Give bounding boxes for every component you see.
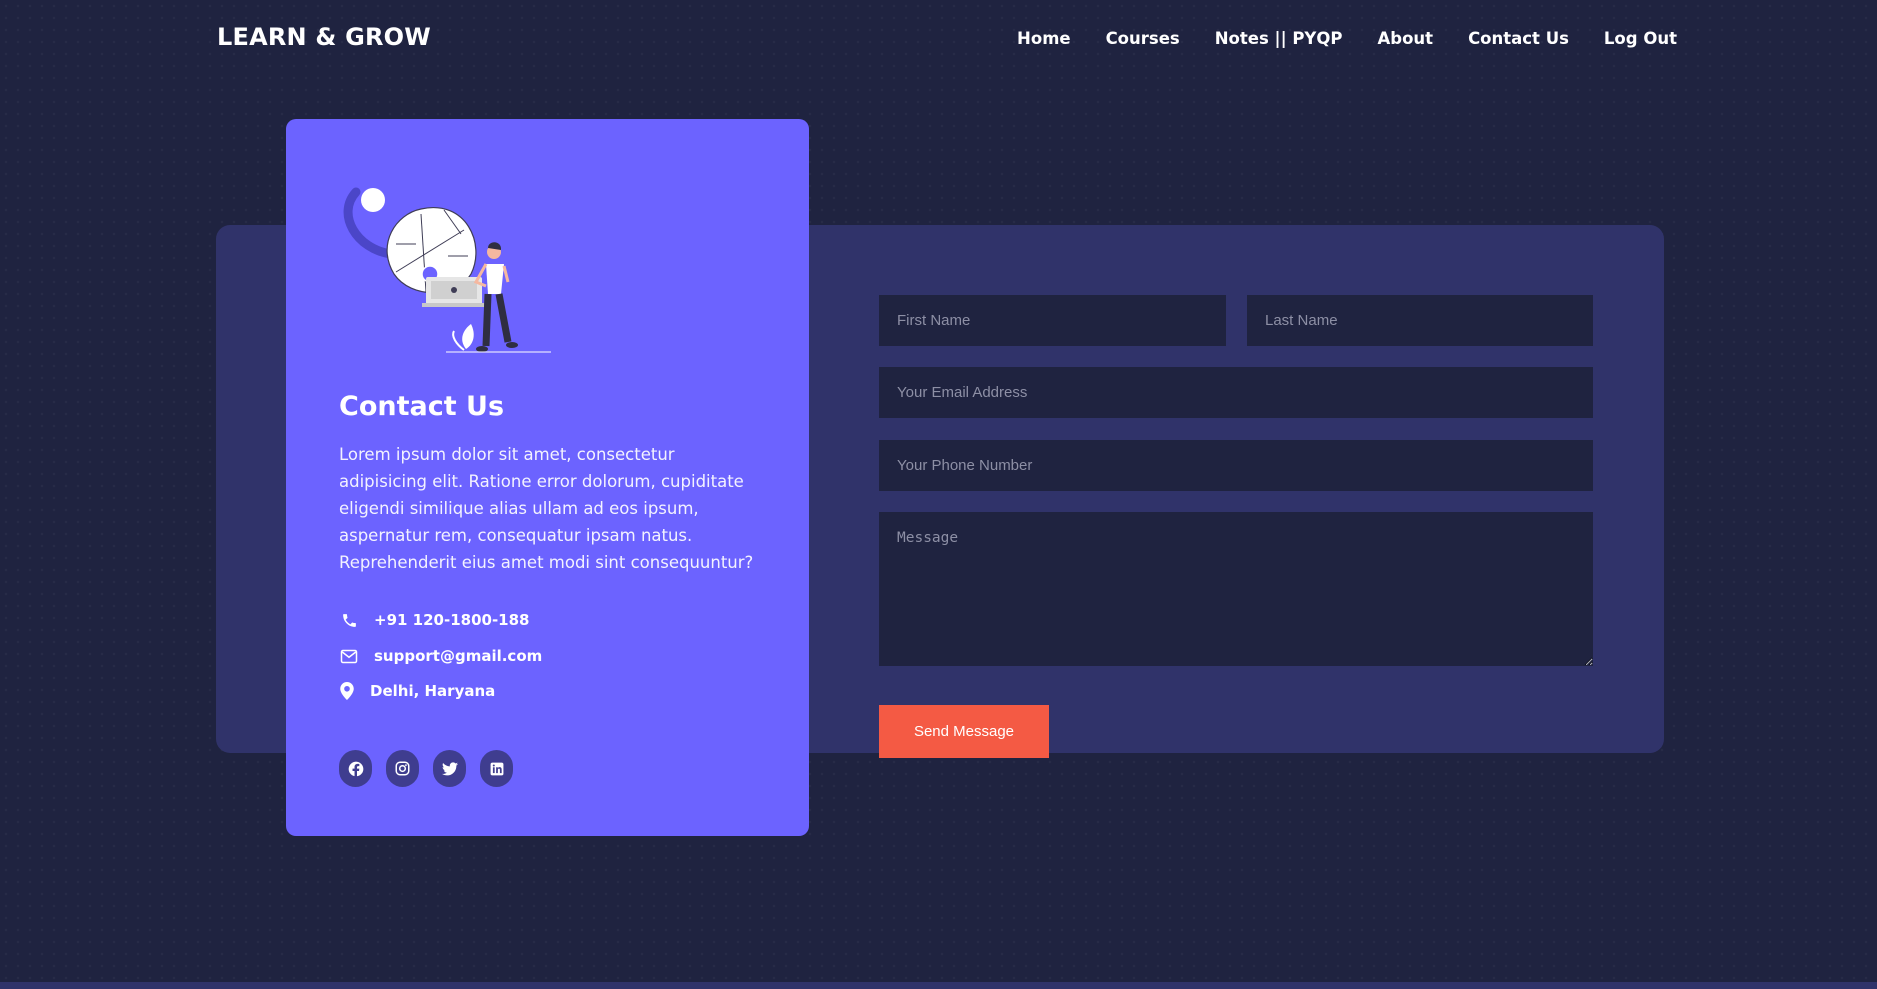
contact-title: Contact Us [339, 391, 505, 422]
nav-home[interactable]: Home [1017, 29, 1071, 48]
location-row: Delhi, Haryana [339, 681, 495, 701]
footer-edge [0, 982, 1877, 989]
send-message-button[interactable]: Send Message [879, 705, 1049, 758]
facebook-icon[interactable] [339, 750, 372, 787]
last-name-input[interactable] [1247, 295, 1593, 346]
phone-input[interactable] [879, 440, 1593, 491]
location-text: Delhi, Haryana [370, 682, 496, 700]
map-pin-icon [339, 681, 355, 701]
contact-illustration [343, 187, 551, 353]
email-address: support@gmail.com [374, 647, 543, 665]
contact-description: Lorem ipsum dolor sit amet, consectetur … [339, 445, 754, 572]
contact-info-card: Contact Us Lorem ipsum dolor sit amet, c… [286, 119, 809, 836]
site-logo[interactable]: LEARN & GROW [217, 23, 431, 51]
linkedin-icon[interactable] [480, 750, 513, 787]
phone-icon [339, 610, 359, 630]
nav-about[interactable]: About [1378, 29, 1434, 48]
nav-notes-pyqp[interactable]: Notes || PYQP [1215, 29, 1343, 48]
envelope-icon [339, 646, 359, 666]
first-name-input[interactable] [879, 295, 1226, 346]
email-input[interactable] [879, 367, 1593, 418]
email-row[interactable]: support@gmail.com [339, 646, 542, 666]
nav-log-out[interactable]: Log Out [1604, 29, 1677, 48]
phone-row[interactable]: +91 120-1800-188 [339, 610, 530, 630]
main-nav: Home Courses Notes || PYQP About Contact… [982, 29, 1677, 48]
twitter-icon[interactable] [433, 750, 466, 787]
nav-courses[interactable]: Courses [1106, 29, 1180, 48]
nav-contact-us[interactable]: Contact Us [1468, 29, 1569, 48]
social-links [339, 750, 513, 787]
phone-number: +91 120-1800-188 [374, 611, 530, 629]
message-textarea[interactable] [879, 512, 1593, 666]
instagram-icon[interactable] [386, 750, 419, 787]
